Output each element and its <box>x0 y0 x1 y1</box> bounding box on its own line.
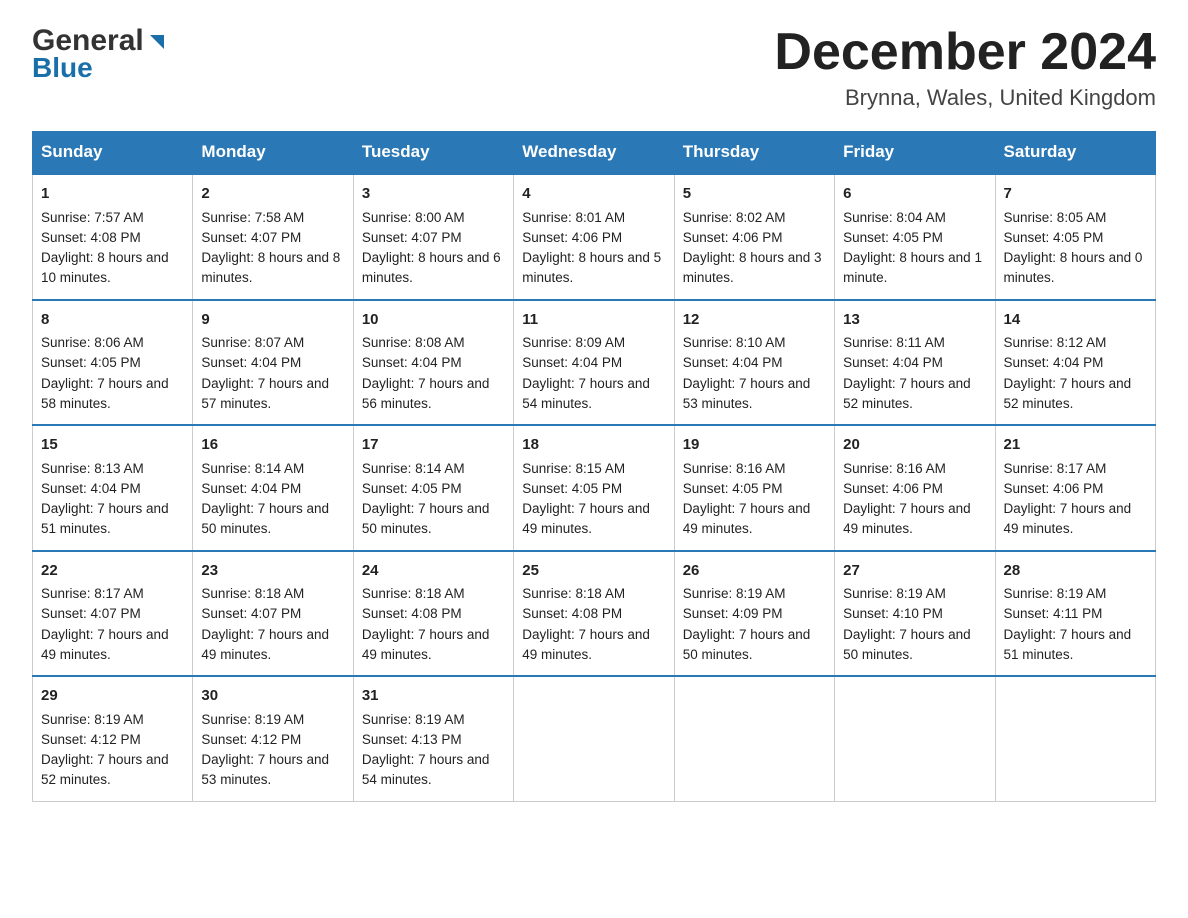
day-number: 15 <box>41 434 184 457</box>
day-number: 7 <box>1004 183 1147 206</box>
location-title: Brynna, Wales, United Kingdom <box>774 85 1156 111</box>
calendar-header-wednesday: Wednesday <box>514 132 674 174</box>
day-number: 18 <box>522 434 665 457</box>
calendar-week-row: 22Sunrise: 8:17 AMSunset: 4:07 PMDayligh… <box>33 551 1156 677</box>
day-number: 9 <box>201 309 344 332</box>
day-number: 24 <box>362 560 505 583</box>
calendar-cell: 18Sunrise: 8:15 AMSunset: 4:05 PMDayligh… <box>514 425 674 551</box>
day-number: 11 <box>522 309 665 332</box>
day-number: 1 <box>41 183 184 206</box>
day-number: 23 <box>201 560 344 583</box>
day-number: 21 <box>1004 434 1147 457</box>
calendar-cell: 14Sunrise: 8:12 AMSunset: 4:04 PMDayligh… <box>995 300 1155 426</box>
calendar-cell: 2Sunrise: 7:58 AMSunset: 4:07 PMDaylight… <box>193 174 353 300</box>
day-number: 13 <box>843 309 986 332</box>
calendar-cell: 7Sunrise: 8:05 AMSunset: 4:05 PMDaylight… <box>995 174 1155 300</box>
calendar-cell: 4Sunrise: 8:01 AMSunset: 4:06 PMDaylight… <box>514 174 674 300</box>
page-header: General Blue December 2024 Brynna, Wales… <box>32 24 1156 111</box>
calendar-cell: 13Sunrise: 8:11 AMSunset: 4:04 PMDayligh… <box>835 300 995 426</box>
day-number: 19 <box>683 434 826 457</box>
calendar-cell: 19Sunrise: 8:16 AMSunset: 4:05 PMDayligh… <box>674 425 834 551</box>
calendar-header-saturday: Saturday <box>995 132 1155 174</box>
day-number: 10 <box>362 309 505 332</box>
calendar-cell: 30Sunrise: 8:19 AMSunset: 4:12 PMDayligh… <box>193 676 353 801</box>
day-number: 16 <box>201 434 344 457</box>
calendar-week-row: 8Sunrise: 8:06 AMSunset: 4:05 PMDaylight… <box>33 300 1156 426</box>
day-number: 8 <box>41 309 184 332</box>
calendar-cell: 9Sunrise: 8:07 AMSunset: 4:04 PMDaylight… <box>193 300 353 426</box>
calendar-cell: 15Sunrise: 8:13 AMSunset: 4:04 PMDayligh… <box>33 425 193 551</box>
calendar-week-row: 29Sunrise: 8:19 AMSunset: 4:12 PMDayligh… <box>33 676 1156 801</box>
calendar-cell: 6Sunrise: 8:04 AMSunset: 4:05 PMDaylight… <box>835 174 995 300</box>
day-number: 31 <box>362 685 505 708</box>
calendar-cell: 23Sunrise: 8:18 AMSunset: 4:07 PMDayligh… <box>193 551 353 677</box>
calendar-cell: 12Sunrise: 8:10 AMSunset: 4:04 PMDayligh… <box>674 300 834 426</box>
calendar-cell: 28Sunrise: 8:19 AMSunset: 4:11 PMDayligh… <box>995 551 1155 677</box>
calendar-week-row: 15Sunrise: 8:13 AMSunset: 4:04 PMDayligh… <box>33 425 1156 551</box>
day-number: 26 <box>683 560 826 583</box>
calendar-cell <box>995 676 1155 801</box>
day-number: 6 <box>843 183 986 206</box>
day-number: 17 <box>362 434 505 457</box>
calendar-cell: 5Sunrise: 8:02 AMSunset: 4:06 PMDaylight… <box>674 174 834 300</box>
day-number: 25 <box>522 560 665 583</box>
calendar-header-friday: Friday <box>835 132 995 174</box>
calendar-cell: 27Sunrise: 8:19 AMSunset: 4:10 PMDayligh… <box>835 551 995 677</box>
calendar-header-sunday: Sunday <box>33 132 193 174</box>
calendar-cell: 17Sunrise: 8:14 AMSunset: 4:05 PMDayligh… <box>353 425 513 551</box>
day-number: 27 <box>843 560 986 583</box>
logo-triangle-icon <box>146 31 168 53</box>
calendar-header-monday: Monday <box>193 132 353 174</box>
calendar-body: 1Sunrise: 7:57 AMSunset: 4:08 PMDaylight… <box>33 174 1156 802</box>
day-number: 22 <box>41 560 184 583</box>
calendar-cell <box>835 676 995 801</box>
calendar-header-tuesday: Tuesday <box>353 132 513 174</box>
calendar-cell <box>514 676 674 801</box>
calendar-cell: 26Sunrise: 8:19 AMSunset: 4:09 PMDayligh… <box>674 551 834 677</box>
calendar-cell: 22Sunrise: 8:17 AMSunset: 4:07 PMDayligh… <box>33 551 193 677</box>
calendar-cell: 16Sunrise: 8:14 AMSunset: 4:04 PMDayligh… <box>193 425 353 551</box>
calendar-cell: 10Sunrise: 8:08 AMSunset: 4:04 PMDayligh… <box>353 300 513 426</box>
calendar-cell: 20Sunrise: 8:16 AMSunset: 4:06 PMDayligh… <box>835 425 995 551</box>
day-number: 29 <box>41 685 184 708</box>
day-number: 28 <box>1004 560 1147 583</box>
calendar-cell: 29Sunrise: 8:19 AMSunset: 4:12 PMDayligh… <box>33 676 193 801</box>
calendar-header-row: SundayMondayTuesdayWednesdayThursdayFrid… <box>33 132 1156 174</box>
calendar-table: SundayMondayTuesdayWednesdayThursdayFrid… <box>32 131 1156 802</box>
day-number: 14 <box>1004 309 1147 332</box>
calendar-cell: 31Sunrise: 8:19 AMSunset: 4:13 PMDayligh… <box>353 676 513 801</box>
calendar-cell: 21Sunrise: 8:17 AMSunset: 4:06 PMDayligh… <box>995 425 1155 551</box>
day-number: 30 <box>201 685 344 708</box>
calendar-cell <box>674 676 834 801</box>
calendar-cell: 25Sunrise: 8:18 AMSunset: 4:08 PMDayligh… <box>514 551 674 677</box>
logo: General Blue <box>32 24 168 84</box>
day-number: 2 <box>201 183 344 206</box>
day-number: 12 <box>683 309 826 332</box>
day-number: 3 <box>362 183 505 206</box>
month-title: December 2024 <box>774 24 1156 81</box>
title-area: December 2024 Brynna, Wales, United King… <box>774 24 1156 111</box>
day-number: 20 <box>843 434 986 457</box>
calendar-cell: 1Sunrise: 7:57 AMSunset: 4:08 PMDaylight… <box>33 174 193 300</box>
calendar-cell: 24Sunrise: 8:18 AMSunset: 4:08 PMDayligh… <box>353 551 513 677</box>
calendar-header-thursday: Thursday <box>674 132 834 174</box>
calendar-cell: 3Sunrise: 8:00 AMSunset: 4:07 PMDaylight… <box>353 174 513 300</box>
logo-blue: Blue <box>32 52 93 84</box>
calendar-cell: 11Sunrise: 8:09 AMSunset: 4:04 PMDayligh… <box>514 300 674 426</box>
day-number: 5 <box>683 183 826 206</box>
day-number: 4 <box>522 183 665 206</box>
calendar-week-row: 1Sunrise: 7:57 AMSunset: 4:08 PMDaylight… <box>33 174 1156 300</box>
calendar-cell: 8Sunrise: 8:06 AMSunset: 4:05 PMDaylight… <box>33 300 193 426</box>
